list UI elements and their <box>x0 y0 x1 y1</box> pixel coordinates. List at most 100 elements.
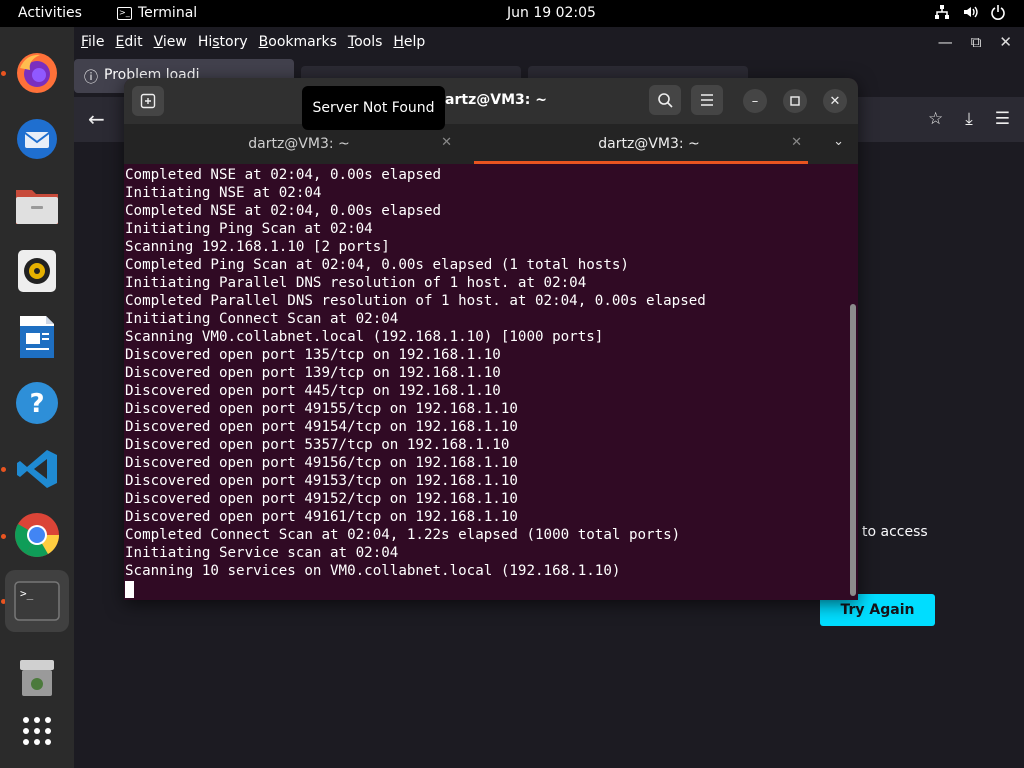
close-tab-icon[interactable]: ✕ <box>441 135 452 150</box>
app-name: Terminal <box>138 5 198 21</box>
menu-bookmarks[interactable]: Bookmarks <box>259 34 337 50</box>
dock-rhythmbox[interactable] <box>5 240 69 302</box>
terminal-line: Completed NSE at 02:04, 0.00s elapsed <box>125 203 442 219</box>
terminal-line: Discovered open port 49154/tcp on 192.16… <box>125 419 518 435</box>
top-bar: Activities >_ Terminal Jun 19 02:05 <box>0 0 1024 27</box>
dock: ? >_ <box>0 27 74 768</box>
terminal-line: Scanning 10 services on VM0.collabnet.lo… <box>125 563 621 579</box>
search-icon <box>658 93 673 108</box>
search-button[interactable] <box>649 85 681 115</box>
close-button[interactable]: ✕ <box>823 89 847 113</box>
minimize-icon: – <box>751 93 759 109</box>
grid-icon <box>23 717 51 745</box>
terminal-line: Scanning 192.168.1.10 [2 ports] <box>125 239 390 255</box>
terminal-line: Discovered open port 49153/tcp on 192.16… <box>125 473 518 489</box>
terminal-line: Discovered open port 139/tcp on 192.168.… <box>125 365 501 381</box>
dock-files[interactable] <box>5 174 69 236</box>
dock-show-apps[interactable] <box>5 700 69 762</box>
terminal-line: Discovered open port 49156/tcp on 192.16… <box>125 455 518 471</box>
app-menu[interactable]: >_ Terminal <box>117 5 197 21</box>
power-icon <box>991 5 1005 20</box>
terminal-line: Completed Ping Scan at 02:04, 0.00s elap… <box>125 257 629 273</box>
terminal-line: Discovered open port 49152/tcp on 192.16… <box>125 491 518 507</box>
terminal-output[interactable]: Completed NSE at 02:04, 0.00s elapsed Ini… <box>124 166 858 600</box>
terminal-line: Scanning VM0.collabnet.local (192.168.1.… <box>125 329 604 345</box>
thunderbird-icon <box>17 119 57 159</box>
menu-view[interactable]: View <box>154 34 187 50</box>
tab-list-chevron-down-icon[interactable]: ⌄ <box>833 134 844 149</box>
terminal-line: Initiating Parallel DNS resolution of 1 … <box>125 275 587 291</box>
svg-text:?: ? <box>29 389 44 419</box>
firefox-menubar: File Edit View History Bookmarks Tools H… <box>74 27 1024 57</box>
terminal-tab-active[interactable]: dartz@VM3: ~ ✕ <box>474 124 824 164</box>
activities-button[interactable]: Activities <box>18 5 82 21</box>
terminal-line: Discovered open port 5357/tcp on 192.168… <box>125 437 510 453</box>
terminal-line: Initiating Service scan at 02:04 <box>125 545 399 561</box>
firefox-toolbar-icons: ☆ ⤓ ☰ <box>928 109 1010 129</box>
info-icon: ⓘ <box>84 70 98 86</box>
menu-file[interactable]: File <box>81 34 104 50</box>
dock-thunderbird[interactable] <box>5 108 69 170</box>
rhythmbox-icon <box>18 250 56 292</box>
terminal-tab-label: dartz@VM3: ~ <box>598 136 700 152</box>
svg-text:>_: >_ <box>20 587 34 600</box>
terminal-icon: >_ <box>14 581 60 621</box>
close-icon[interactable]: ✕ <box>999 33 1012 51</box>
dock-firefox[interactable] <box>5 42 69 104</box>
terminal-headerbar: dartz@VM3: ~ – ✕ <box>124 78 858 124</box>
scrollbar[interactable] <box>850 304 856 596</box>
dock-help[interactable]: ? <box>5 372 69 434</box>
hamburger-icon <box>701 94 713 106</box>
terminal-text: Completed NSE at 02:04, 0.00s elapsed Ini… <box>124 166 858 598</box>
clock[interactable]: Jun 19 02:05 <box>507 5 596 21</box>
terminal-line: Completed Parallel DNS resolution of 1 h… <box>125 293 706 309</box>
libreoffice-writer-icon <box>20 316 54 358</box>
prompt-line <box>125 580 858 598</box>
close-tab-icon[interactable]: ✕ <box>791 135 802 150</box>
system-menu[interactable] <box>934 4 1006 20</box>
trash-icon <box>20 660 54 696</box>
close-icon: ✕ <box>829 93 841 109</box>
restore-icon[interactable]: ⧉ <box>971 33 982 51</box>
terminal-line: Initiating NSE at 02:04 <box>125 185 322 201</box>
hamburger-menu-icon[interactable]: ☰ <box>995 109 1010 129</box>
dock-vscode[interactable] <box>5 438 69 500</box>
terminal-tab[interactable]: dartz@VM3: ~ ✕ <box>124 124 474 164</box>
minimize-icon[interactable]: — <box>938 33 953 51</box>
main-menu-button[interactable] <box>691 85 723 115</box>
terminal-line: Discovered open port 135/tcp on 192.168.… <box>125 347 501 363</box>
help-icon: ? <box>16 382 58 424</box>
terminal-line: Initiating Connect Scan at 02:04 <box>125 311 399 327</box>
dock-chrome[interactable] <box>5 504 69 566</box>
download-icon[interactable]: ⤓ <box>965 109 973 129</box>
menu-help[interactable]: Help <box>393 34 425 50</box>
volume-icon <box>964 6 978 18</box>
firefox-icon <box>17 53 57 93</box>
menu-history[interactable]: History <box>198 34 248 50</box>
terminal-line: Discovered open port 49161/tcp on 192.16… <box>125 509 518 525</box>
terminal-line: Initiating Ping Scan at 02:04 <box>125 221 373 237</box>
firefox-window-controls: — ⧉ ✕ <box>938 33 1012 51</box>
minimize-button[interactable]: – <box>743 89 767 113</box>
terminal-line: Discovered open port 445/tcp on 192.168.… <box>125 383 501 399</box>
terminal-app-icon: >_ <box>117 6 132 20</box>
vscode-icon <box>17 450 57 488</box>
terminal-line: Completed Connect Scan at 02:04, 1.22s e… <box>125 527 681 543</box>
terminal-window: dartz@VM3: ~ – ✕ dartz@VM3: ~ ✕ dartz@VM… <box>124 78 858 600</box>
error-message-text: to access <box>862 524 928 540</box>
menu-edit[interactable]: Edit <box>115 34 142 50</box>
terminal-line: Discovered open port 49155/tcp on 192.16… <box>125 401 518 417</box>
bookmark-star-icon[interactable]: ☆ <box>928 109 943 129</box>
dock-terminal[interactable]: >_ <box>5 570 69 632</box>
terminal-line: Completed NSE at 02:04, 0.00s elapsed <box>125 167 442 183</box>
chrome-icon <box>15 513 59 557</box>
menu-tools[interactable]: Tools <box>348 34 383 50</box>
terminal-tab-label: dartz@VM3: ~ <box>248 136 350 152</box>
maximize-button[interactable] <box>783 89 807 113</box>
cursor <box>125 581 134 598</box>
dock-writer[interactable] <box>5 306 69 368</box>
back-arrow-icon[interactable]: ← <box>88 107 105 131</box>
maximize-icon <box>790 96 800 106</box>
terminal-tabbar: dartz@VM3: ~ ✕ dartz@VM3: ~ ✕ ⌄ <box>124 124 858 164</box>
network-icon <box>935 5 949 19</box>
